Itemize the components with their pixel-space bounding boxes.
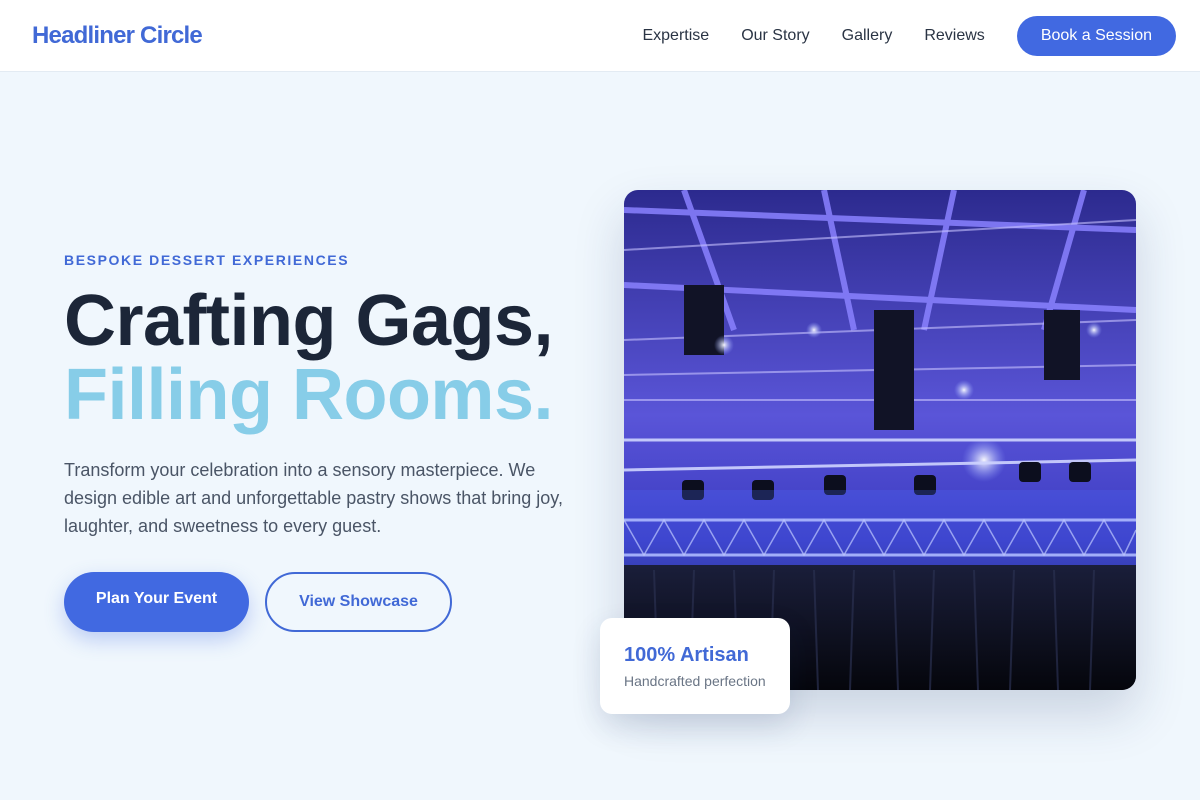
hero-title-line-1: Crafting Gags,	[64, 281, 554, 361]
book-session-button[interactable]: Book a Session	[1016, 15, 1176, 56]
hero-title-line-2: Filling Rooms.	[64, 355, 553, 435]
view-showcase-button[interactable]: View Showcase	[265, 572, 452, 632]
nav-link-our-story[interactable]: Our Story	[741, 27, 809, 45]
badge-value: 100% Artisan	[624, 644, 749, 666]
hero-image	[624, 190, 1136, 690]
badge-label: Handcrafted perfection	[624, 673, 766, 689]
site-header: Headliner Circle Expertise Our Story Gal…	[0, 0, 1200, 72]
hero-eyebrow: BESPOKE DESSERT EXPERIENCES	[64, 252, 350, 268]
hero-description: Transform your celebration into a sensor…	[64, 460, 563, 536]
artisan-badge: 100% Artisan Handcrafted perfection	[600, 618, 790, 714]
stage-lighting-image	[624, 190, 1136, 690]
hero-title: Crafting Gags, Filling Rooms.	[64, 281, 554, 435]
nav-link-gallery[interactable]: Gallery	[842, 27, 893, 45]
nav-link-reviews[interactable]: Reviews	[924, 27, 984, 45]
plan-event-button[interactable]: Plan Your Event	[64, 572, 249, 632]
nav-link-expertise[interactable]: Expertise	[642, 27, 709, 45]
site-logo[interactable]: Headliner Circle	[32, 22, 203, 50]
main-nav: Expertise Our Story Gallery Reviews Book…	[642, 15, 1176, 56]
